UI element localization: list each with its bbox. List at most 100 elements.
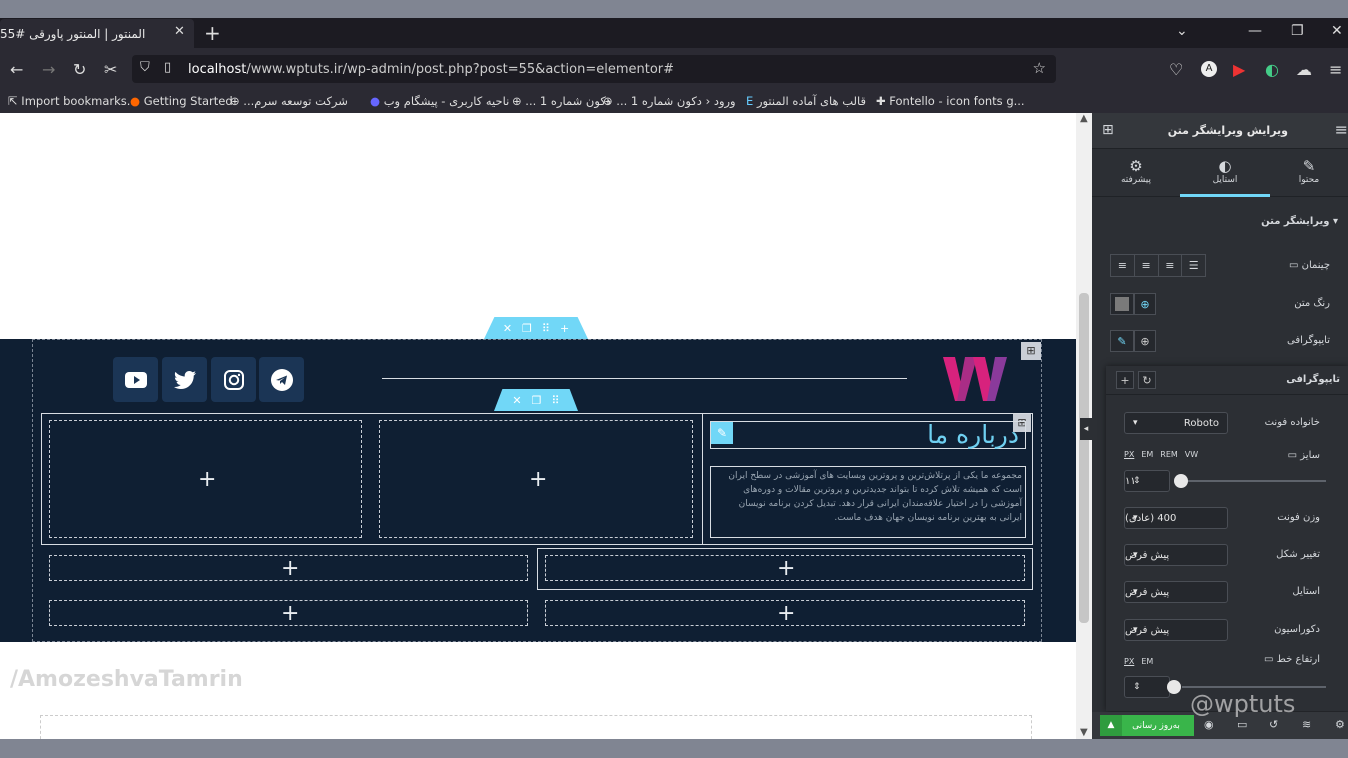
inner-section-handle[interactable]: ✕ ❐ ⠿ — [494, 389, 578, 411]
telegram-icon[interactable] — [259, 357, 304, 402]
reset-icon[interactable]: ↻ — [1138, 371, 1156, 389]
instagram-icon[interactable] — [211, 357, 256, 402]
align-left-icon[interactable]: ≡ — [1111, 255, 1135, 276]
url-bar[interactable]: ⛉ ▯ localhost/www.wptuts.ir/wp-admin/pos… — [132, 55, 1056, 83]
section-toggle[interactable]: ▾ ویرایشگر متن — [1261, 216, 1338, 227]
align-right-icon[interactable]: ≡ — [1159, 255, 1183, 276]
tab-list-icon[interactable]: ⌄ — [1176, 23, 1188, 39]
add-widget-icon[interactable]: + — [281, 558, 299, 580]
decoration-select[interactable]: ▾ پیش فرض — [1124, 619, 1228, 641]
close-icon[interactable]: ✕ — [503, 322, 512, 335]
add-widget-icon[interactable]: + — [777, 558, 795, 580]
responsive-icon[interactable]: ▭ — [1237, 718, 1247, 731]
bookmark-item[interactable]: ● Getting Started — [130, 94, 233, 108]
heading-widget[interactable]: ✎ درباره ما — [710, 420, 1026, 449]
color-swatch[interactable] — [1110, 293, 1134, 315]
transform-select[interactable]: ▾ پیش فرض — [1124, 544, 1228, 566]
screenshot-icon[interactable]: ✂ — [104, 60, 117, 79]
section-handle[interactable]: ✕ ❐ ⠿ + — [484, 317, 588, 339]
settings-gear-icon[interactable]: ⚙ — [1335, 718, 1345, 731]
unit-em[interactable]: EM — [1141, 657, 1153, 666]
extension-icon[interactable]: ▶ — [1233, 60, 1245, 79]
bookmark-star-icon[interactable]: ☆ — [1033, 59, 1046, 77]
text-editor-widget[interactable]: مجموعه ما یکی از پرتلاش‌ترین و پروترین و… — [710, 466, 1026, 538]
line-height-slider-knob[interactable] — [1167, 680, 1181, 694]
restore-icon[interactable]: ❐ — [1291, 23, 1304, 39]
menu-icon[interactable]: ≡ — [1329, 60, 1342, 79]
unit-rem[interactable]: REM — [1160, 450, 1178, 459]
tab-style[interactable]: ◐ استایل — [1180, 149, 1270, 197]
add-widget-icon[interactable]: + — [198, 469, 216, 491]
empty-column[interactable]: + — [545, 555, 1025, 581]
style-select[interactable]: ▾ پیش فرض — [1124, 581, 1228, 603]
scroll-down-icon[interactable]: ▼ — [1080, 727, 1088, 738]
bookmark-item[interactable]: شرکت توسعه سرم... ⊕ — [230, 94, 348, 108]
collapse-panel-icon[interactable]: ◂ — [1080, 418, 1092, 440]
bookmark-item[interactable]: قالب های آماده المنتور E — [746, 94, 866, 108]
empty-column[interactable]: + — [49, 555, 528, 581]
line-height-input[interactable]: ⇕ — [1124, 676, 1170, 698]
unit-px[interactable]: PX — [1124, 450, 1134, 459]
navigator-icon[interactable]: ≋ — [1302, 718, 1311, 731]
bookmark-item[interactable]: ✚ Fontello - icon fonts g... — [876, 94, 1025, 108]
preview-eye-icon[interactable]: ◉ — [1204, 718, 1214, 731]
align-center-icon[interactable]: ≡ — [1135, 255, 1159, 276]
reload-icon[interactable]: ↻ — [73, 60, 86, 79]
bookmark-item[interactable]: دکون شماره 1 ... ⊕ — [512, 94, 611, 108]
pocket-icon[interactable]: ♡ — [1169, 60, 1183, 79]
column-handle-icon[interactable]: ⊞ — [1021, 342, 1041, 360]
empty-column[interactable]: + — [379, 420, 693, 538]
empty-column[interactable]: + — [49, 420, 362, 538]
account-icon[interactable]: A — [1201, 61, 1217, 77]
widgets-grid-icon[interactable]: ⊞ — [1102, 122, 1114, 138]
close-icon[interactable]: ✕ — [512, 394, 521, 407]
bookmark-item[interactable]: ناحیه کاربری - پیشگام وب ● — [370, 94, 509, 108]
scroll-thumb[interactable] — [1079, 293, 1089, 623]
twitter-icon[interactable] — [162, 357, 207, 402]
update-options-icon[interactable]: ▲ — [1100, 715, 1122, 736]
empty-column[interactable]: + — [49, 600, 528, 626]
bookmark-item[interactable]: ⇱ Import bookmarks... — [8, 94, 138, 108]
close-tab-icon[interactable]: ✕ — [174, 24, 185, 39]
unit-px[interactable]: PX — [1124, 657, 1134, 666]
hamburger-icon[interactable]: ≡ — [1335, 120, 1348, 139]
global-typography-icon[interactable]: ⊕ — [1134, 330, 1156, 352]
add-icon[interactable]: + — [560, 322, 569, 335]
bookmark-item[interactable]: ورود ‹ دکون شماره 1 ... ⊕ — [603, 94, 736, 108]
align-justify-icon[interactable]: ☰ — [1182, 255, 1205, 276]
unit-vw[interactable]: VW — [1185, 450, 1198, 459]
history-icon[interactable]: ↺ — [1269, 718, 1278, 731]
edit-typography-icon[interactable]: ✎ — [1110, 330, 1134, 352]
size-input[interactable]: ⇕ ۱۱ — [1124, 470, 1170, 492]
line-height-slider[interactable] — [1182, 686, 1326, 688]
new-tab-icon[interactable]: + — [204, 21, 221, 45]
duplicate-icon[interactable]: ❐ — [532, 394, 542, 407]
add-widget-icon[interactable]: + — [281, 603, 299, 625]
add-widget-icon[interactable]: + — [777, 603, 795, 625]
add-icon[interactable]: + — [1116, 371, 1134, 389]
edit-pencil-icon[interactable]: ✎ — [711, 422, 733, 444]
forward-icon[interactable]: → — [42, 60, 55, 79]
font-family-select[interactable]: ▾ Roboto — [1124, 412, 1228, 434]
duplicate-icon[interactable]: ❐ — [522, 322, 532, 335]
add-section-area[interactable] — [40, 715, 1032, 739]
size-slider-knob[interactable] — [1174, 474, 1188, 488]
back-icon[interactable]: ← — [10, 60, 23, 79]
add-widget-icon[interactable]: + — [529, 469, 547, 491]
drag-icon[interactable]: ⠿ — [542, 322, 550, 335]
tab-content[interactable]: ✎ محتوا — [1270, 149, 1348, 197]
extension-2-icon[interactable]: ◐ — [1265, 60, 1279, 79]
close-window-icon[interactable]: ✕ — [1331, 23, 1343, 39]
extensions-icon[interactable]: ☁ — [1296, 60, 1312, 79]
drag-icon[interactable]: ⠿ — [552, 394, 560, 407]
tab-advanced[interactable]: ⚙ پیشرفته — [1092, 149, 1180, 197]
unit-em[interactable]: EM — [1141, 450, 1153, 459]
empty-column[interactable]: + — [545, 600, 1025, 626]
browser-tab[interactable]: المنتور | المنتور پاورقی #55 — [0, 19, 194, 48]
global-color-icon[interactable]: ⊕ — [1134, 293, 1156, 315]
scroll-up-icon[interactable]: ▲ — [1080, 113, 1088, 124]
youtube-icon[interactable] — [113, 357, 158, 402]
font-weight-select[interactable]: ▾ 400 (عادی) — [1124, 507, 1228, 529]
logo-icon[interactable] — [943, 355, 1009, 403]
minimize-icon[interactable]: — — [1248, 23, 1262, 39]
